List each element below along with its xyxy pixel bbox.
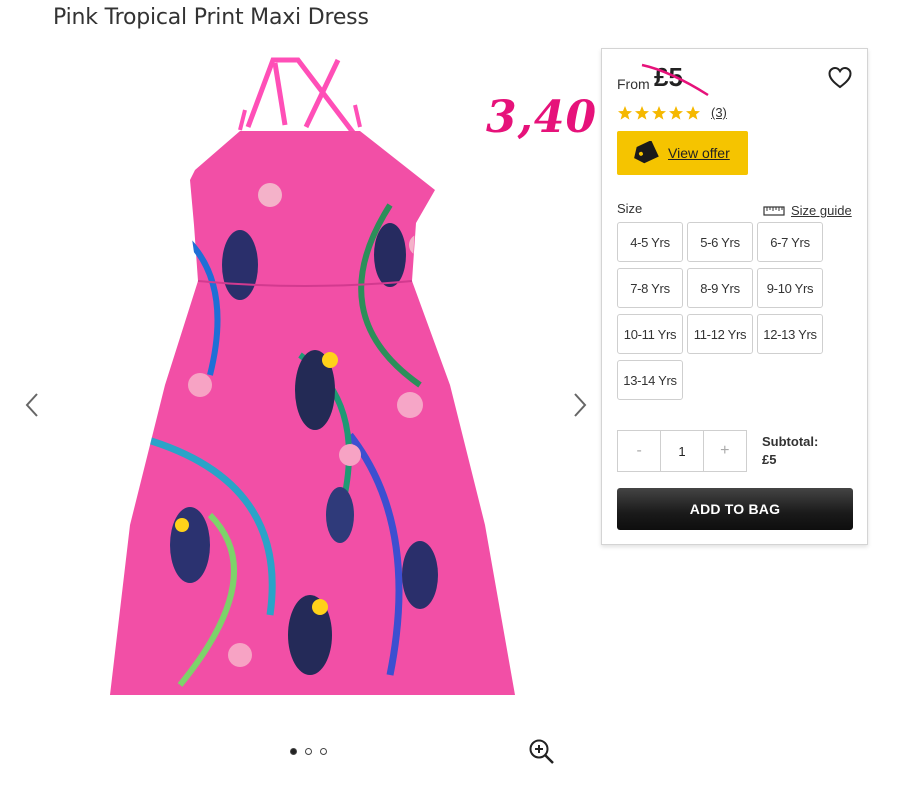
quantity-increase-button[interactable]: + xyxy=(704,431,746,471)
gallery-dot[interactable] xyxy=(290,748,297,755)
zoom-in-icon[interactable] xyxy=(528,738,556,766)
size-option[interactable]: 12-13 Yrs xyxy=(757,314,823,354)
chevron-left-icon[interactable] xyxy=(20,390,44,420)
size-option[interactable]: 9-10 Yrs xyxy=(757,268,823,308)
size-option[interactable]: 5-6 Yrs xyxy=(687,222,753,262)
rating-count-link[interactable]: (3) xyxy=(711,105,727,120)
star-icon xyxy=(669,106,683,120)
quantity-input[interactable]: 1 xyxy=(660,431,704,471)
gallery-dot[interactable] xyxy=(320,748,327,755)
subtotal-value: £5 xyxy=(762,452,777,467)
subtotal: Subtotal: £5 xyxy=(762,433,818,469)
gallery-dot[interactable] xyxy=(305,748,312,755)
view-offer-button[interactable]: View offer xyxy=(617,131,748,175)
price-strikethrough xyxy=(641,63,709,97)
star-icon xyxy=(618,106,632,120)
product-image[interactable] xyxy=(90,55,530,715)
purchase-panel: From £5 (3) View offer Size Size guide 4… xyxy=(601,48,868,545)
size-option[interactable]: 10-11 Yrs xyxy=(617,314,683,354)
price-annotation: 3,40 xyxy=(486,92,598,143)
tag-icon xyxy=(634,141,659,164)
size-option[interactable]: 13-14 Yrs xyxy=(617,360,683,400)
star-icon xyxy=(635,106,649,120)
star-icon xyxy=(686,106,700,120)
rating-stars xyxy=(617,105,701,121)
size-option[interactable]: 7-8 Yrs xyxy=(617,268,683,308)
gallery-pagination xyxy=(290,748,327,755)
star-icon xyxy=(652,106,666,120)
view-offer-label: View offer xyxy=(668,145,730,161)
heart-icon[interactable] xyxy=(827,65,853,91)
quantity-stepper: - 1 + xyxy=(617,430,747,472)
size-label: Size xyxy=(617,201,643,216)
chevron-right-icon[interactable] xyxy=(568,390,592,420)
size-guide-link[interactable]: Size guide xyxy=(763,203,852,218)
size-guide-label: Size guide xyxy=(791,203,852,218)
size-option[interactable]: 6-7 Yrs xyxy=(757,222,823,262)
size-option[interactable]: 8-9 Yrs xyxy=(687,268,753,308)
size-option[interactable]: 11-12 Yrs xyxy=(687,314,753,354)
add-to-bag-button[interactable]: ADD TO BAG xyxy=(617,488,853,530)
product-title: Pink Tropical Print Maxi Dress xyxy=(53,5,369,30)
size-option[interactable]: 4-5 Yrs xyxy=(617,222,683,262)
ruler-icon xyxy=(763,205,785,216)
product-gallery xyxy=(0,40,600,795)
subtotal-label: Subtotal: xyxy=(762,434,819,449)
quantity-decrease-button[interactable]: - xyxy=(618,431,660,471)
